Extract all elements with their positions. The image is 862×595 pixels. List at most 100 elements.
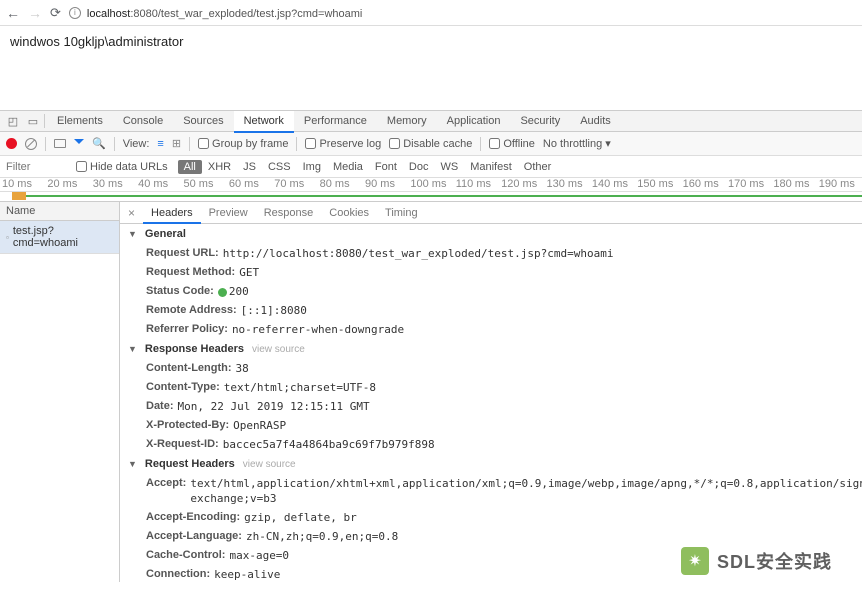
request-detail-pane: × HeadersPreviewResponseCookiesTiming ▼ G… [120,202,862,582]
section-header[interactable]: ▼ General [120,224,862,244]
back-button[interactable]: ← [6,5,20,21]
header-value: 38 [236,361,249,376]
filter-icon[interactable] [74,139,84,149]
tab-sources[interactable]: Sources [173,111,233,131]
site-info-icon[interactable]: i [69,7,81,19]
waterfall-icon[interactable]: ⊞ [172,137,181,150]
header-key: Referrer Policy: [146,322,228,337]
status-dot-icon [218,288,227,297]
tick: 100 ms [408,178,453,191]
triangle-icon: ▼ [128,344,137,354]
filter-type-media[interactable]: Media [327,160,369,174]
tab-elements[interactable]: Elements [47,111,113,131]
header-key: Remote Address: [146,303,237,318]
divider [296,137,297,151]
detail-tab-headers[interactable]: Headers [143,204,201,224]
tab-network[interactable]: Network [234,111,294,133]
close-detail-icon[interactable]: × [124,206,139,220]
tick: 140 ms [590,178,635,191]
filter-type-css[interactable]: CSS [262,160,297,174]
detail-tab-cookies[interactable]: Cookies [321,204,377,222]
record-button[interactable] [6,138,17,149]
hide-data-urls-checkbox[interactable]: Hide data URLs [76,161,168,173]
reload-button[interactable]: ⟳ [50,5,61,21]
filter-input[interactable] [6,161,66,173]
page-body: windwos 10gkljp\administrator [0,26,862,110]
tick: 130 ms [545,178,590,191]
view-source-link[interactable]: view source [243,459,296,470]
filter-type-font[interactable]: Font [369,160,403,174]
section-title: Request Headers [145,458,235,470]
filter-type-ws[interactable]: WS [434,160,464,174]
request-row[interactable]: test.jsp?cmd=whoami [0,221,119,254]
header-key: Accept-Encoding: [146,510,240,525]
tick: 20 ms [45,178,90,191]
tab-memory[interactable]: Memory [377,111,437,131]
header-value: text/html,application/xhtml+xml,applicat… [190,476,862,506]
section-title: General [145,228,186,240]
preserve-log-checkbox[interactable]: Preserve log [305,138,381,150]
triangle-icon: ▼ [128,459,137,469]
divider [189,137,190,151]
filter-type-all[interactable]: All [178,160,202,174]
detail-tab-response[interactable]: Response [256,204,322,222]
header-value: 200 [218,284,249,299]
wechat-icon: ✷ [681,547,709,575]
filter-type-xhr[interactable]: XHR [202,160,237,174]
group-by-frame-checkbox[interactable]: Group by frame [198,138,288,150]
tab-application[interactable]: Application [437,111,511,131]
inspect-icon[interactable]: ◰ [4,112,22,130]
address-bar[interactable]: i localhost:8080/test_war_exploded/test.… [69,6,856,20]
section-title: Response Headers [145,343,244,355]
offline-checkbox[interactable]: Offline [489,138,535,150]
tick: 90 ms [363,178,408,191]
header-row: X-Request-ID:baccec5a7f4a4864ba9c69f7b97… [120,435,862,454]
search-icon[interactable]: 🔍 [92,137,106,150]
url-text: localhost:8080/test_war_exploded/test.js… [87,6,362,20]
header-row: Content-Type:text/html;charset=UTF-8 [120,378,862,397]
tab-performance[interactable]: Performance [294,111,377,131]
clear-button[interactable] [25,138,37,150]
divider [44,114,45,128]
tab-security[interactable]: Security [510,111,570,131]
forward-button[interactable]: → [28,5,42,21]
section-header[interactable]: ▼ Response Headers view source [120,339,862,359]
filter-type-other[interactable]: Other [518,160,558,174]
devtools-tabbar: ◰ ▭ ElementsConsoleSourcesNetworkPerform… [0,110,862,132]
filter-type-img[interactable]: Img [297,160,327,174]
tick: 50 ms [182,178,227,191]
header-key: Content-Length: [146,361,232,376]
header-value: text/html;charset=UTF-8 [224,380,376,395]
triangle-icon: ▼ [128,229,137,239]
request-list: Name test.jsp?cmd=whoami [0,202,120,582]
filter-type-manifest[interactable]: Manifest [464,160,518,174]
device-toggle-icon[interactable]: ▭ [24,112,42,130]
network-split: Name test.jsp?cmd=whoami × HeadersPrevie… [0,202,862,582]
tick: 150 ms [635,178,680,191]
tab-console[interactable]: Console [113,111,173,131]
view-label: View: [123,138,150,150]
name-column-header[interactable]: Name [0,202,119,221]
header-row: X-Protected-By:OpenRASP [120,416,862,435]
tick: 110 ms [454,178,499,191]
disable-cache-checkbox[interactable]: Disable cache [389,138,472,150]
header-row: Date:Mon, 22 Jul 2019 12:15:11 GMT [120,397,862,416]
filter-type-js[interactable]: JS [237,160,262,174]
header-value: Mon, 22 Jul 2019 12:15:11 GMT [178,399,370,414]
throttling-select[interactable]: No throttling ▾ [543,137,611,150]
header-key: Status Code: [146,284,214,299]
screenshot-icon[interactable] [54,139,66,148]
header-row: Accept-Language:zh-CN,zh;q=0.9,en;q=0.8 [120,527,862,546]
view-source-link[interactable]: view source [252,344,305,355]
timeline-bar [12,192,26,200]
large-rows-icon[interactable]: ≡ [157,138,163,150]
timeline-overview[interactable] [0,192,862,202]
section-header[interactable]: ▼ Request Headers view source [120,454,862,474]
timeline-ruler: 10 ms20 ms30 ms40 ms50 ms60 ms70 ms80 ms… [0,178,862,192]
detail-tab-preview[interactable]: Preview [201,204,256,222]
header-value: zh-CN,zh;q=0.9,en;q=0.8 [246,529,398,544]
tab-audits[interactable]: Audits [570,111,621,131]
detail-tab-timing[interactable]: Timing [377,204,426,222]
tick: 10 ms [0,178,45,191]
filter-type-doc[interactable]: Doc [403,160,435,174]
